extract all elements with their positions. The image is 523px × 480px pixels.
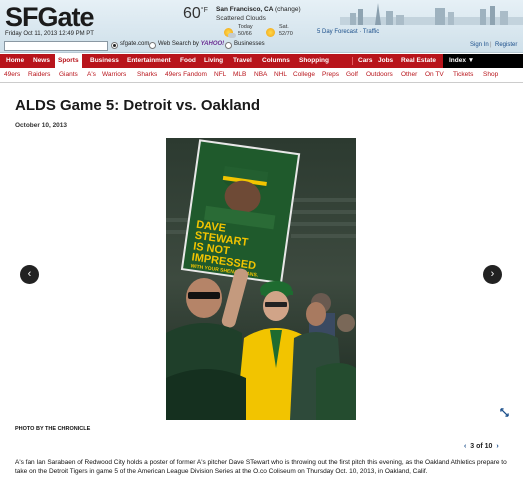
main-nav: Home News Sports Business Entertainment … [0, 54, 523, 68]
photo-caption: A's fan Ian Sarabaen of Redwood City hol… [15, 459, 507, 475]
nav-real-estate[interactable]: Real Estate [398, 54, 439, 68]
nav-jobs[interactable]: Jobs [375, 54, 396, 68]
nav-sports[interactable]: Sports [55, 54, 82, 68]
subnav-sharks[interactable]: Sharks [137, 71, 157, 78]
subnav-nfl[interactable]: NFL [214, 71, 226, 78]
forecast-saturday: Sat. 52/70 [279, 24, 293, 37]
weather-condition: Scattered Clouds [216, 15, 266, 22]
page-title: ALDS Game 5: Detroit vs. Oakland [15, 97, 261, 114]
nav-shopping[interactable]: Shopping [296, 54, 332, 68]
subnav-other[interactable]: Other [401, 71, 417, 78]
subnav-raiders[interactable]: Raiders [28, 71, 50, 78]
radio-sfgate[interactable] [111, 42, 118, 49]
temperature: 60°F [183, 5, 208, 22]
chevron-left-icon: ‹ [27, 268, 32, 280]
gallery-photo[interactable]: DAVE STEWART IS NOT IMPRESSED WITH YOUR … [166, 138, 356, 420]
subnav-preps[interactable]: Preps [322, 71, 339, 78]
subnav-warriors[interactable]: Warriors [102, 71, 126, 78]
dateline: Friday Oct 11, 2013 12:49 PM PT [5, 31, 94, 37]
weather-city: San Francisco, CA (change) [216, 6, 301, 13]
traffic-link[interactable]: Traffic [363, 29, 379, 35]
register-link[interactable]: Register [495, 42, 517, 48]
radio-sfgate-label: sfgate.com [120, 41, 150, 47]
subnav-mlb[interactable]: MLB [233, 71, 246, 78]
nav-food[interactable]: Food [177, 54, 199, 68]
site-header: SFGate Friday Oct 11, 2013 12:49 PM PT 6… [0, 0, 523, 53]
subnav-golf[interactable]: Golf [346, 71, 358, 78]
subnav-nhl[interactable]: NHL [274, 71, 287, 78]
five-day-forecast-link[interactable]: 5 Day Forecast [317, 29, 358, 35]
nav-divider [352, 57, 353, 65]
subnav-outdoors[interactable]: Outdoors [366, 71, 393, 78]
sign-in-link[interactable]: Sign In [470, 42, 489, 48]
radio-web-search[interactable] [149, 42, 156, 49]
photo-credit: PHOTO BY THE CHRONICLE [15, 426, 91, 432]
next-photo-button[interactable]: › [483, 265, 502, 284]
subnav-49ers-fandom[interactable]: 49ers Fandom [165, 71, 207, 78]
nav-index-dropdown[interactable]: Index ▼ [443, 54, 523, 68]
pager-next[interactable]: › [496, 443, 498, 450]
gallery-pager: ‹ 3 of 10 › [464, 443, 499, 450]
nav-living[interactable]: Living [201, 54, 226, 68]
pager-total: of 10 [476, 443, 493, 450]
pager-current: 3 [470, 443, 475, 450]
article-date: October 10, 2013 [15, 122, 68, 129]
subnav-tickets[interactable]: Tickets [453, 71, 473, 78]
subnav-nba[interactable]: NBA [254, 71, 267, 78]
skyline-illustration [340, 3, 523, 25]
change-location-link[interactable]: (change) [275, 6, 301, 13]
sports-subnav: 49ers Raiders Giants A's Warriors Sharks… [0, 68, 523, 83]
auth-separator: | [490, 42, 492, 48]
subnav-on-tv[interactable]: On TV [425, 71, 444, 78]
forecast-today: Today 50/66 [238, 24, 253, 37]
nav-cars[interactable]: Cars [355, 54, 375, 68]
search-bar: sfgate.com Web Search by YAHOO! Business… [0, 39, 523, 53]
cloud-icon [228, 33, 236, 38]
nav-business[interactable]: Business [87, 54, 122, 68]
pager-prev[interactable]: ‹ [464, 443, 466, 450]
subnav-as[interactable]: A's [87, 71, 96, 78]
radio-businesses[interactable] [225, 42, 232, 49]
nav-travel[interactable]: Travel [230, 54, 255, 68]
search-input[interactable] [4, 41, 108, 51]
nav-news[interactable]: News [30, 54, 53, 68]
nav-home[interactable]: Home [3, 54, 27, 68]
subnav-49ers[interactable]: 49ers [4, 71, 20, 78]
nav-entertainment[interactable]: Entertainment [124, 54, 174, 68]
chevron-right-icon: › [490, 268, 495, 280]
radio-web-search-label: Web Search by YAHOO! [158, 41, 225, 47]
subnav-shop[interactable]: Shop [483, 71, 498, 78]
prev-photo-button[interactable]: ‹ [20, 265, 39, 284]
nav-columns[interactable]: Columns [259, 54, 293, 68]
subnav-college[interactable]: College [293, 71, 315, 78]
expand-icon[interactable] [500, 408, 509, 417]
radio-businesses-label: Businesses [234, 41, 265, 47]
forecast-links: 5 Day Forecast · Traffic [317, 29, 380, 35]
subnav-giants[interactable]: Giants [59, 71, 78, 78]
sun-icon [266, 28, 275, 37]
photo-illustration: DAVE STEWART IS NOT IMPRESSED WITH YOUR … [166, 138, 356, 420]
sfgate-logo[interactable]: SFGate [5, 2, 95, 33]
